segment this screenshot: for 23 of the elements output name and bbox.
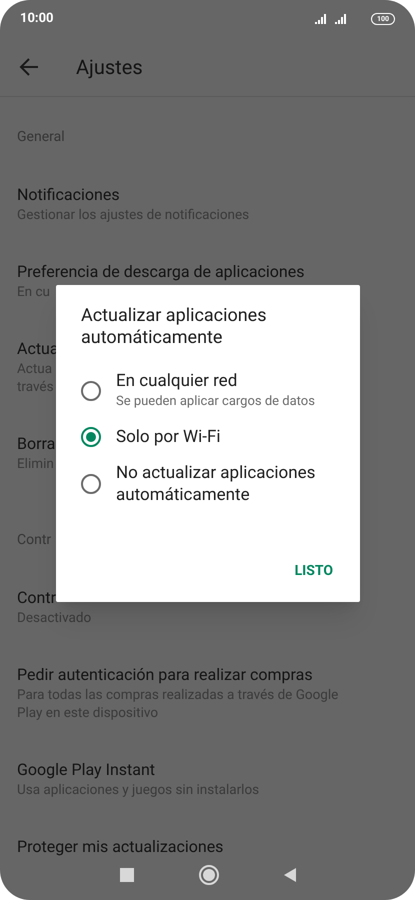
back-arrow-icon bbox=[19, 58, 39, 76]
status-time: 10:00 bbox=[20, 10, 54, 28]
setting-title[interactable]: Google Play Instant bbox=[17, 759, 156, 781]
option-subtitle: Se pueden aplicar cargos de datos bbox=[116, 393, 315, 411]
setting-title[interactable]: Preferencia de descarga de aplicaciones bbox=[17, 261, 304, 283]
dialog-title: Actualizar aplicaciones automáticamente bbox=[81, 305, 268, 349]
option-label[interactable]: No actualizar aplicaciones automáticamente bbox=[116, 462, 335, 506]
back-button[interactable] bbox=[18, 56, 40, 78]
radio-button[interactable] bbox=[81, 427, 101, 447]
back-triangle-icon[interactable] bbox=[284, 868, 296, 882]
recents-button[interactable] bbox=[120, 868, 134, 882]
option-label[interactable]: En cualquier red bbox=[116, 370, 315, 392]
setting-title[interactable]: Proteger mis actualizaciones bbox=[17, 836, 224, 858]
page-title: Ajustes bbox=[76, 54, 143, 81]
done-button[interactable]: LISTO bbox=[292, 557, 335, 586]
setting-title[interactable]: Pedir autenticación para realizar compras bbox=[17, 664, 313, 686]
setting-title[interactable]: Notificaciones bbox=[17, 184, 120, 206]
setting-title[interactable]: Borra bbox=[17, 433, 56, 455]
radio-button[interactable] bbox=[81, 474, 101, 494]
home-button[interactable] bbox=[198, 865, 218, 885]
option-label[interactable]: Solo por Wi-Fi bbox=[116, 426, 220, 448]
radio-button[interactable] bbox=[81, 381, 101, 401]
setting-title[interactable]: Contr bbox=[17, 587, 56, 609]
